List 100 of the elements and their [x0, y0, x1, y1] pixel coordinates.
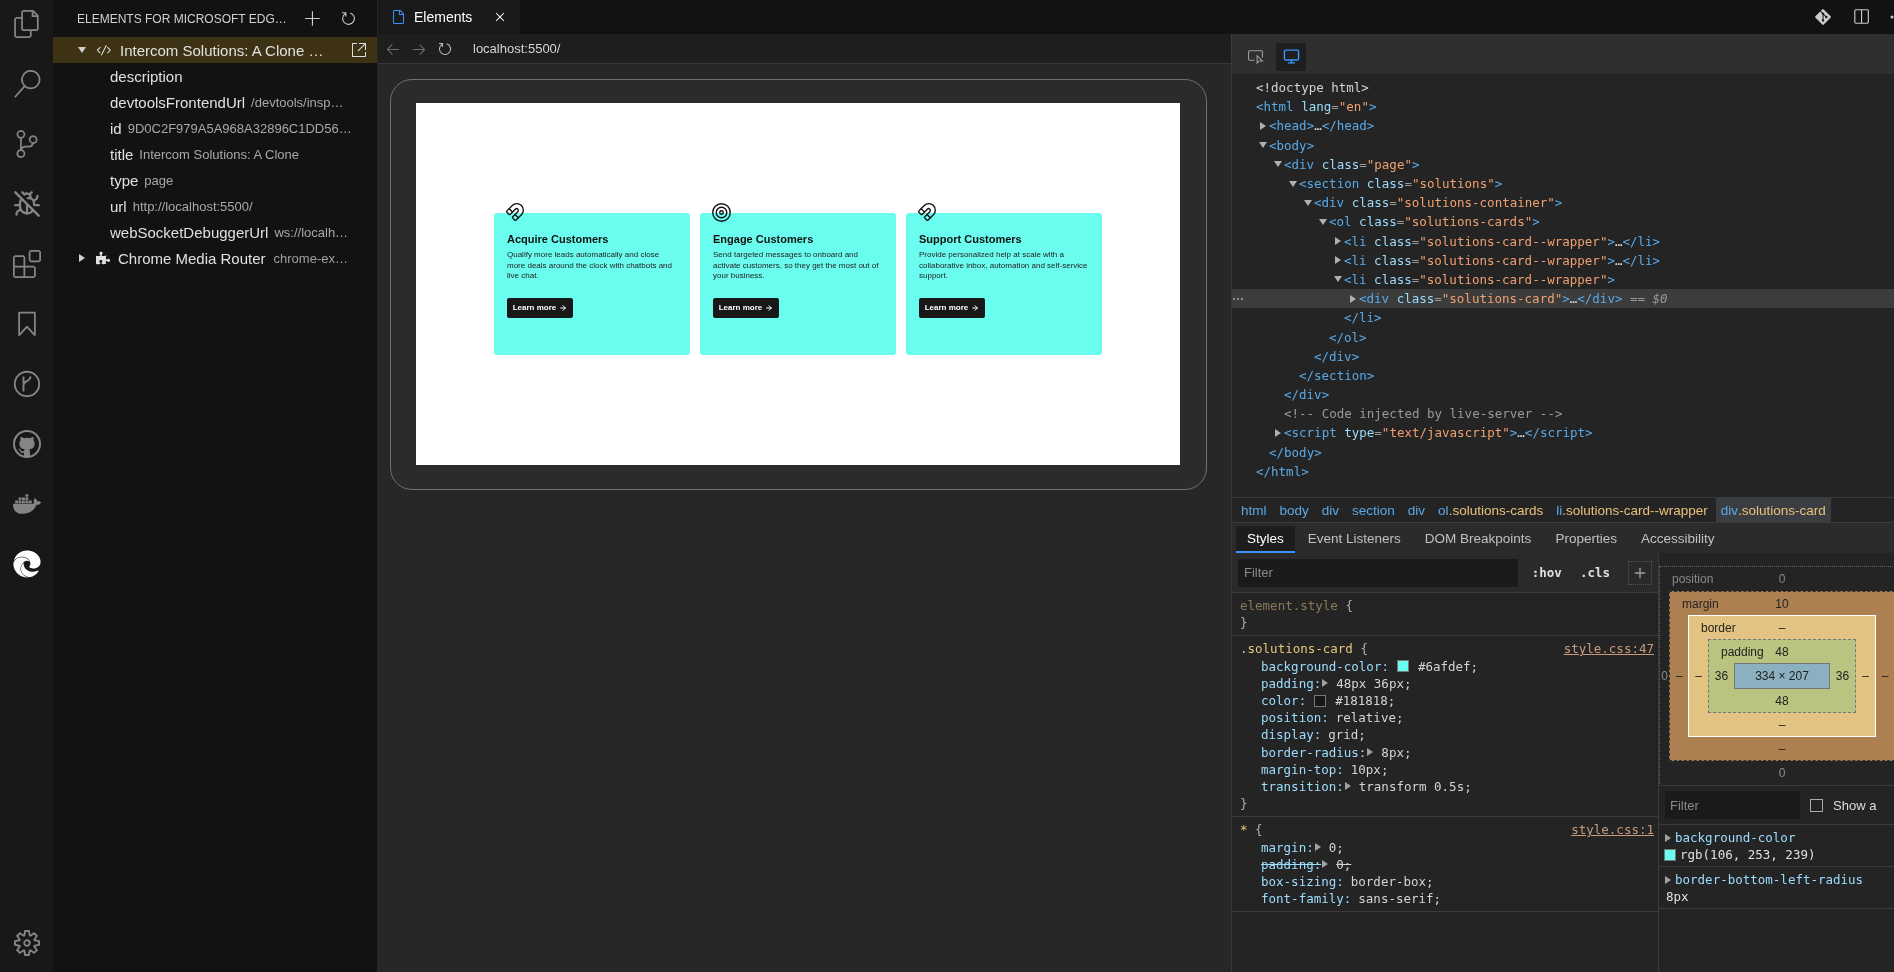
search-icon[interactable]	[12, 70, 41, 98]
class-toggle[interactable]: .cls	[1575, 565, 1614, 580]
css-property-value[interactable]: #181818;	[1335, 693, 1396, 709]
breadcrumb[interactable]: body	[1274, 498, 1314, 522]
breadcrumb[interactable]: div	[1402, 498, 1431, 522]
dom-node[interactable]: </div>	[1284, 387, 1330, 403]
e-logo-icon[interactable]	[12, 550, 41, 578]
css-property-value[interactable]: 48px 36px;	[1336, 675, 1412, 691]
breadcrumb[interactable]: li.solutions-card--wrapper	[1551, 498, 1713, 522]
css-property-name[interactable]: border-radius:	[1261, 744, 1367, 760]
breadcrumb[interactable]: div.solutions-card	[1715, 498, 1831, 522]
hover-state-toggle[interactable]: :hov	[1527, 565, 1566, 580]
dom-node[interactable]: <li class="solutions-card--wrapper">…</li>	[1344, 233, 1661, 249]
dom-node[interactable]: <li class="solutions-card--wrapper">…</li>	[1344, 252, 1661, 268]
dom-node[interactable]: <body>	[1269, 137, 1315, 153]
extensions-icon[interactable]	[12, 250, 41, 278]
refresh-icon[interactable]	[340, 9, 357, 27]
css-property-name[interactable]: color:	[1261, 693, 1307, 709]
panel-tab[interactable]: Styles	[1236, 526, 1295, 553]
branch-icon[interactable]	[12, 370, 41, 398]
css-property-value[interactable]: border-box;	[1350, 873, 1434, 889]
dom-node[interactable]: <section class="solutions">	[1299, 176, 1503, 192]
learn-more-button[interactable]: Learn more	[507, 297, 573, 318]
bug-icon[interactable]	[12, 190, 41, 218]
dom-node[interactable]: <div class="solutions-card">…</div> == $0	[1359, 291, 1668, 307]
panel-tab[interactable]: Accessibility	[1629, 526, 1726, 553]
color-swatch[interactable]	[1314, 694, 1327, 707]
expand-arrow-icon[interactable]	[1319, 217, 1327, 226]
dom-node[interactable]: </ol>	[1329, 329, 1367, 345]
css-property-name[interactable]: font-family:	[1261, 891, 1352, 907]
expand-arrow-icon[interactable]	[78, 254, 86, 262]
css-property-name[interactable]: margin:	[1261, 839, 1314, 855]
dom-node[interactable]: <script type="text/javascript">…</script>	[1284, 425, 1593, 441]
expand-arrow-icon[interactable]	[1366, 748, 1375, 757]
css-property-name[interactable]: margin-top:	[1261, 761, 1344, 777]
cat-icon[interactable]	[12, 430, 41, 458]
editor-tab[interactable]: Elements	[378, 0, 520, 34]
monitor-icon[interactable]	[1282, 48, 1300, 65]
dom-node[interactable]: </html>	[1256, 463, 1309, 479]
add-icon[interactable]	[304, 9, 322, 28]
css-property-name[interactable]: padding:	[1261, 675, 1322, 691]
css-property-name[interactable]: transition:	[1261, 778, 1344, 794]
diamond-icon[interactable]	[1814, 8, 1832, 26]
reload-icon[interactable]	[437, 40, 453, 57]
computed-property-name[interactable]: background-color	[1675, 830, 1796, 845]
computed-property-name[interactable]: border-bottom-left-radius	[1675, 872, 1864, 887]
expand-arrow-icon[interactable]	[1334, 256, 1342, 265]
source-link[interactable]: style.css:1	[1571, 822, 1654, 838]
expand-arrow-icon[interactable]	[1259, 141, 1267, 150]
expand-arrow-icon[interactable]	[1274, 428, 1282, 437]
dom-node[interactable]: <!-- Code injected by live-server -->	[1284, 406, 1563, 422]
show-all-checkbox[interactable]	[1810, 798, 1823, 812]
dom-node[interactable]: <div class="page">	[1284, 156, 1420, 172]
expand-arrow-icon[interactable]	[1259, 121, 1267, 130]
expand-arrow-icon[interactable]	[1664, 875, 1672, 884]
open-external-icon[interactable]	[351, 42, 367, 58]
expand-arrow-icon[interactable]	[1343, 782, 1352, 791]
target-label[interactable]: Chrome Media Router	[118, 249, 266, 267]
css-property-value[interactable]: relative;	[1335, 710, 1404, 726]
breadcrumb[interactable]: ol.solutions-cards	[1433, 498, 1549, 522]
dom-node[interactable]: <ol class="solutions-cards">	[1329, 214, 1540, 230]
expand-arrow-icon[interactable]	[1313, 843, 1322, 852]
css-property-value[interactable]: 8px;	[1381, 744, 1412, 760]
filter-field[interactable]: Filter	[1665, 791, 1800, 819]
color-swatch[interactable]	[1664, 848, 1676, 861]
inspect-icon[interactable]	[1246, 48, 1264, 65]
expand-arrow-icon[interactable]	[1289, 179, 1297, 188]
selected-dom-row[interactable]: <div class="solutions-card">…</div> == $0	[1232, 289, 1894, 309]
breadcrumb[interactable]: section	[1347, 498, 1400, 522]
dom-node[interactable]: </body>	[1269, 444, 1322, 460]
dom-node[interactable]: </li>	[1344, 310, 1382, 326]
dom-node[interactable]: </div>	[1314, 348, 1360, 364]
expand-arrow-icon[interactable]	[1274, 160, 1282, 169]
css-property-name[interactable]: position:	[1261, 710, 1329, 726]
split-icon[interactable]	[1852, 8, 1870, 26]
expand-arrow-icon[interactable]	[1334, 237, 1342, 246]
settings-icon[interactable]	[13, 930, 40, 956]
color-swatch[interactable]	[1396, 660, 1409, 673]
css-property-name[interactable]: padding:	[1261, 856, 1322, 872]
dom-node[interactable]: <div class="solutions-container">	[1314, 195, 1563, 211]
dom-node[interactable]: <!doctype html>	[1256, 80, 1369, 96]
css-property-value[interactable]: 10px;	[1350, 761, 1389, 777]
expand-arrow-icon[interactable]	[1334, 275, 1342, 284]
source-link[interactable]: style.css:47	[1563, 641, 1654, 657]
css-property-value[interactable]: transform 0.5s;	[1358, 778, 1472, 794]
css-property-name[interactable]: box-sizing:	[1261, 873, 1344, 889]
expand-arrow-icon[interactable]	[1664, 833, 1672, 842]
dom-node[interactable]: <html lang="en">	[1256, 99, 1377, 115]
selected-target-row[interactable]: Intercom Solutions: A Clone …	[53, 37, 377, 63]
expand-arrow-icon[interactable]	[1321, 860, 1330, 869]
expand-arrow-icon[interactable]	[1349, 294, 1357, 303]
target-label[interactable]: Intercom Solutions: A Clone …	[120, 41, 324, 59]
css-property-value[interactable]: sans-serif;	[1358, 891, 1442, 907]
learn-more-button[interactable]: Learn more	[713, 297, 779, 318]
learn-more-button[interactable]: Learn more	[919, 297, 985, 318]
panel-tab[interactable]: Properties	[1544, 526, 1628, 553]
css-property-value[interactable]: #6afdef;	[1417, 658, 1479, 674]
breadcrumb[interactable]: div	[1316, 498, 1345, 522]
css-property-value[interactable]: 0;	[1328, 839, 1344, 855]
filter-field[interactable]: Filter	[1238, 558, 1518, 587]
